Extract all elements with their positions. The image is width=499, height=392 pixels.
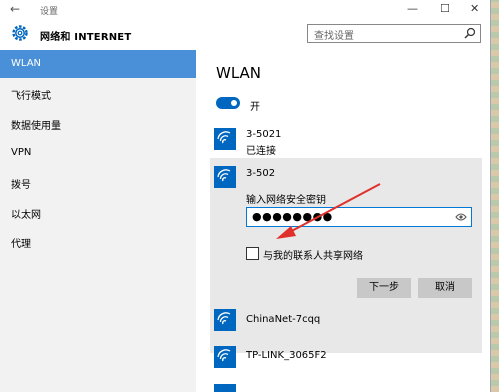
sidebar-item-vpn[interactable]: VPN bbox=[0, 139, 196, 167]
sidebar: WLAN 飞行模式 数据使用量 VPN 拨号 以太网 代理 bbox=[0, 50, 196, 392]
gear-icon bbox=[12, 25, 28, 41]
share-network-label: 与我的联系人共享网络 bbox=[263, 251, 363, 262]
wifi-signal-icon bbox=[214, 128, 236, 150]
desktop-background bbox=[491, 0, 499, 392]
settings-window: ← 设置 — ☐ ✕ 网络和 INTERNET 查找设置 WLAN 飞行模式 数… bbox=[0, 0, 491, 392]
sidebar-item-data-usage[interactable]: 数据使用量 bbox=[0, 109, 196, 137]
password-field[interactable]: ●●●●●●●● bbox=[246, 207, 472, 227]
network-item-connected[interactable]: 3-5021 已连接 bbox=[210, 124, 486, 157]
cancel-button[interactable]: 取消 bbox=[418, 278, 472, 298]
next-button[interactable]: 下一步 bbox=[357, 278, 411, 298]
maximize-icon[interactable]: ☐ bbox=[440, 2, 450, 15]
network-item-partial[interactable] bbox=[210, 380, 486, 392]
password-value: ●●●●●●●● bbox=[252, 210, 333, 223]
window-title: 设置 bbox=[40, 7, 59, 17]
share-network-checkbox[interactable] bbox=[246, 247, 259, 260]
title-bar: ← 设置 — ☐ ✕ bbox=[0, 0, 490, 20]
search-input[interactable]: 查找设置 bbox=[307, 24, 481, 43]
sidebar-item-proxy[interactable]: 代理 bbox=[0, 227, 196, 255]
main-content: WLAN 开 3-5021 已连接 3-502 输入网络安全密钥 ●●●●●●●… bbox=[196, 50, 490, 392]
network-name: 3-5021 bbox=[246, 129, 282, 140]
search-icon[interactable] bbox=[464, 27, 476, 39]
search-placeholder: 查找设置 bbox=[314, 31, 354, 42]
sidebar-item-wlan[interactable]: WLAN bbox=[0, 50, 196, 78]
minimize-icon[interactable]: — bbox=[407, 2, 418, 15]
sidebar-item-ethernet[interactable]: 以太网 bbox=[0, 198, 196, 226]
network-item[interactable]: TP-LINK_3065F2 bbox=[210, 344, 486, 374]
network-status: 已连接 bbox=[246, 146, 276, 157]
toggle-knob bbox=[231, 100, 237, 106]
sidebar-item-airplane-mode[interactable]: 飞行模式 bbox=[0, 79, 196, 107]
wifi-signal-icon bbox=[214, 384, 236, 392]
wifi-signal-icon bbox=[214, 309, 236, 331]
close-icon[interactable]: ✕ bbox=[470, 2, 479, 15]
wifi-signal-icon bbox=[214, 166, 236, 188]
page-title: 网络和 INTERNET bbox=[40, 32, 132, 43]
wifi-signal-icon bbox=[214, 346, 236, 368]
network-item[interactable]: ChinaNet-7cqq bbox=[210, 308, 486, 338]
network-name: TP-LINK_3065F2 bbox=[246, 350, 327, 361]
wlan-toggle[interactable] bbox=[216, 97, 240, 109]
page-header: 网络和 INTERNET 查找设置 bbox=[0, 20, 490, 48]
back-arrow-icon[interactable]: ← bbox=[10, 2, 20, 16]
network-name: 3-502 bbox=[246, 168, 276, 179]
toggle-state-label: 开 bbox=[250, 102, 260, 113]
sidebar-item-dialup[interactable]: 拨号 bbox=[0, 168, 196, 196]
section-title: WLAN bbox=[216, 64, 262, 82]
security-key-label: 输入网络安全密钥 bbox=[246, 195, 326, 206]
network-name: ChinaNet-7cqq bbox=[246, 314, 321, 325]
eye-icon[interactable] bbox=[455, 212, 467, 222]
